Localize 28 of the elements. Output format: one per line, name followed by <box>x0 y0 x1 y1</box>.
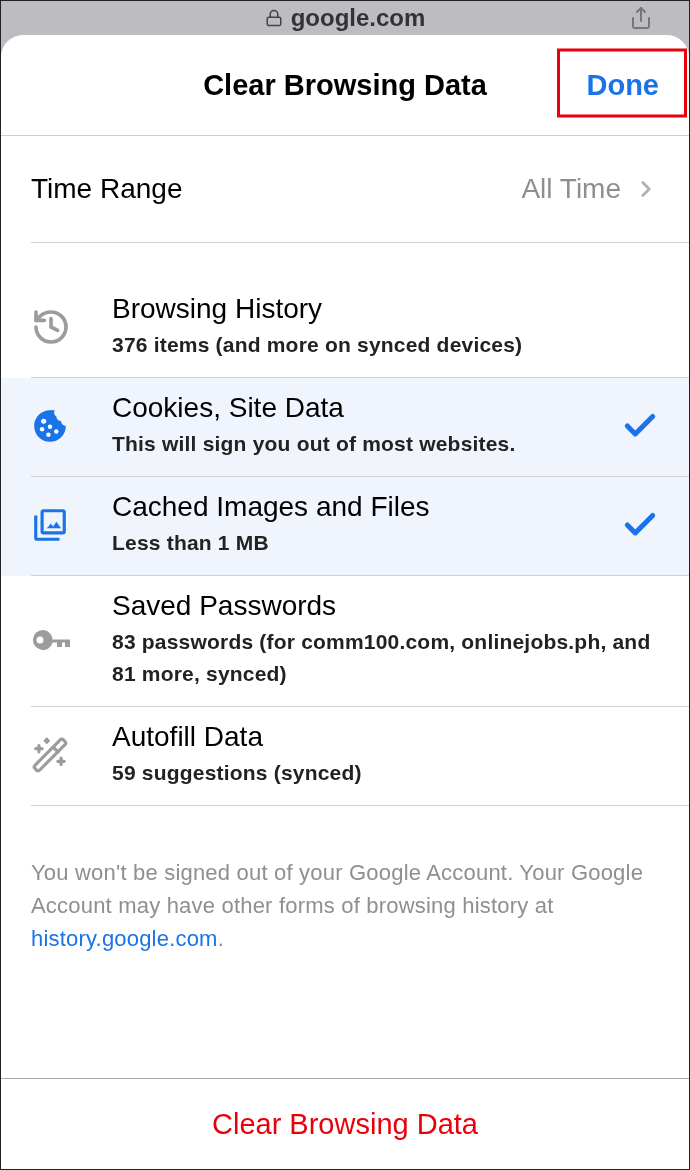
clear-browsing-data-button[interactable]: Clear Browsing Data <box>204 1103 486 1145</box>
key-icon <box>31 628 73 652</box>
item-title: Autofill Data <box>112 721 264 753</box>
item-subtitle: This will sign you out of most websites. <box>112 431 517 457</box>
history-link[interactable]: history.google.com <box>31 926 218 951</box>
data-type-row[interactable]: Cached Images and Files Less than 1 MB <box>1 477 689 576</box>
item-subtitle: Less than 1 MB <box>112 530 270 556</box>
item-title: Saved Passwords <box>112 590 338 622</box>
data-type-row[interactable]: Cookies, Site Data This will sign you out of most websites. <box>1 378 689 477</box>
item-subtitle: 376 items (and more on synced devices) <box>112 332 524 358</box>
images-icon <box>31 506 69 544</box>
done-button[interactable]: Done <box>586 68 659 102</box>
address-text: google.com <box>290 4 426 32</box>
item-title: Cached Images and Files <box>112 491 431 523</box>
account-note: You won't be signed out of your Google Account. Your Google Account may have other forms of browsing history at history.google.com. <box>31 859 645 953</box>
lock-icon <box>264 9 283 27</box>
item-subtitle: 59 suggestions (synced) <box>112 760 363 786</box>
time-range-row[interactable]: Time Range All Time <box>31 136 689 243</box>
sheet-title: Clear Browsing Data <box>203 68 487 102</box>
magic-wand-icon <box>31 736 69 774</box>
item-title: Browsing History <box>112 293 324 325</box>
item-title: Cookies, Site Data <box>112 392 345 424</box>
share-icon[interactable] <box>629 6 653 30</box>
cookie-icon <box>31 407 69 445</box>
item-subtitle: 83 passwords (for comm100.com, onlinejobs.ph, and 81 more, synced) <box>112 629 652 687</box>
history-icon <box>31 307 71 347</box>
time-range-label: Time Range <box>31 173 184 205</box>
time-range-value: All Time <box>521 173 621 205</box>
